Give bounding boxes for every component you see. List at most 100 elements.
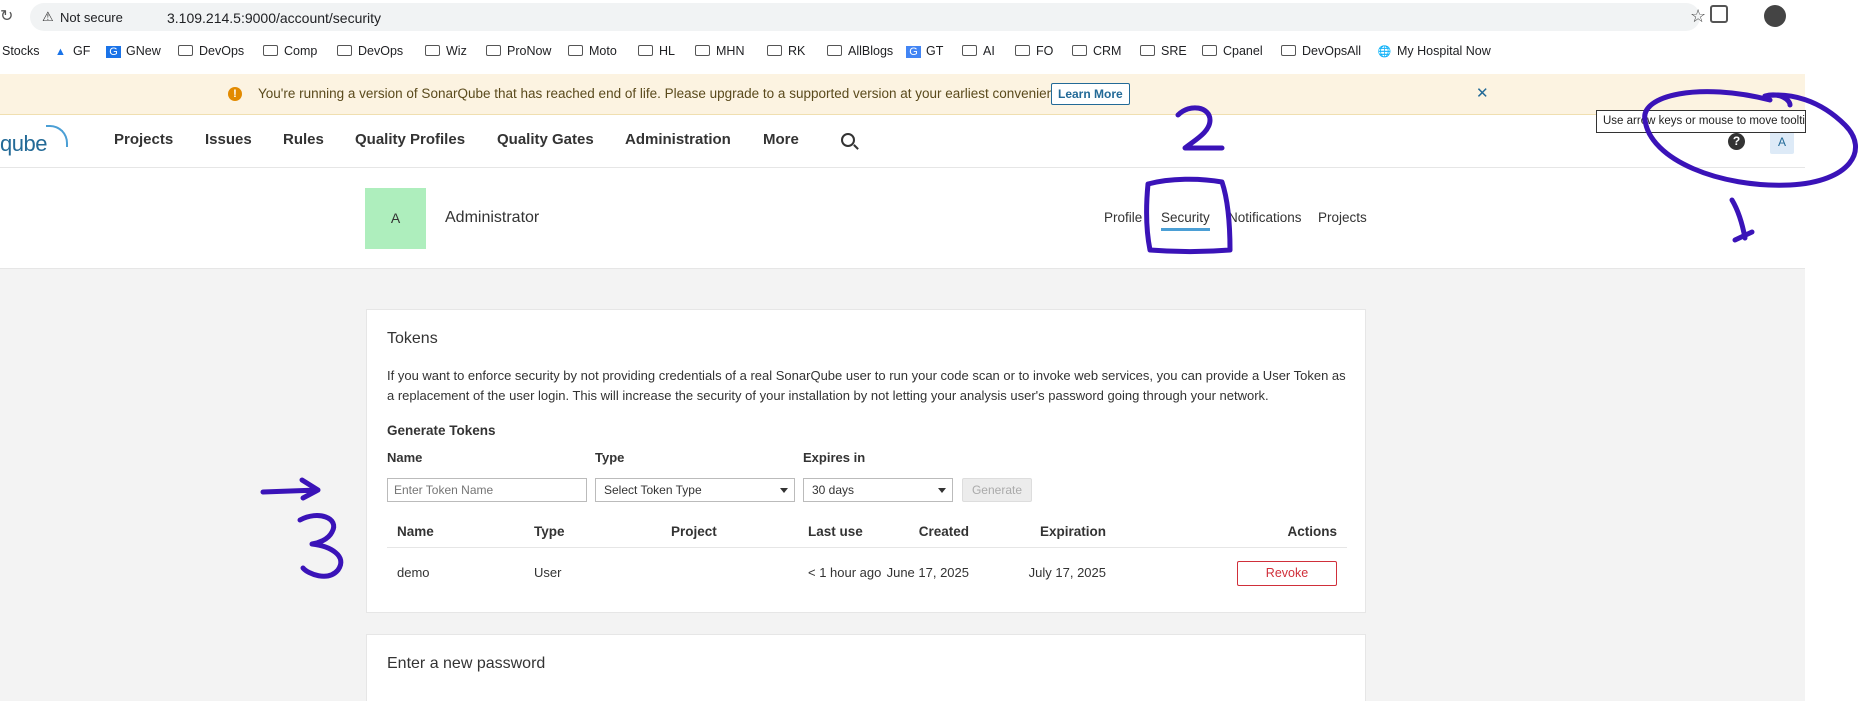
type-label: Type — [595, 450, 625, 465]
nav-rules[interactable]: Rules — [283, 131, 324, 148]
bookmarks-bar: Stocks ▲ GF G GNew DevOps Comp DevOps Wiz … — [0, 40, 1861, 66]
tokens-card: Tokens If you want to enforce security b… — [366, 309, 1366, 613]
folder-icon — [486, 45, 501, 56]
bookmark-item[interactable]: Stocks — [2, 44, 40, 58]
account-header: A Administrator Profile Security Notific… — [0, 168, 1805, 269]
search-icon[interactable] — [841, 133, 855, 147]
nav-quality-profiles[interactable]: Quality Profiles — [355, 131, 465, 148]
tokens-table-header: Name Type Project Last use Created Expir… — [387, 516, 1347, 548]
bookmark-item[interactable]: DevOpsAll — [1281, 44, 1361, 58]
learn-more-button[interactable]: Learn More — [1051, 83, 1130, 105]
folder-icon — [638, 45, 653, 56]
folder-icon — [1140, 45, 1155, 56]
user-avatar-menu[interactable]: A — [1770, 130, 1794, 154]
folder-icon — [1281, 45, 1296, 56]
bookmark-item[interactable]: Wiz — [425, 44, 467, 58]
folder-icon — [425, 45, 440, 56]
column-header: Created — [918, 524, 969, 539]
tab-notifications[interactable]: Notifications — [1228, 210, 1302, 225]
expires-in-select[interactable]: 30 days — [803, 478, 953, 502]
bookmark-item[interactable]: 🌐 My Hospital Now — [1377, 44, 1491, 58]
tooltip: Use arrow keys or mouse to move tooltip — [1596, 110, 1806, 133]
generate-button[interactable]: Generate — [962, 478, 1032, 502]
drive-icon: ▲ — [55, 46, 66, 58]
column-header: Actions — [1287, 524, 1337, 539]
folder-icon — [1072, 45, 1087, 56]
translate-icon: G — [906, 46, 921, 58]
bookmark-item[interactable]: DevOps — [337, 44, 403, 58]
bookmark-item[interactable]: ▲ GF — [53, 44, 90, 58]
column-header: Expiration — [1039, 524, 1106, 539]
chevron-down-icon — [938, 488, 946, 493]
tokens-title: Tokens — [387, 330, 438, 347]
bookmark-item[interactable]: Comp — [263, 44, 317, 58]
bookmark-item[interactable]: AllBlogs — [827, 44, 893, 58]
browser-profile-avatar[interactable] — [1764, 5, 1786, 27]
column-header: Name — [397, 524, 434, 539]
expires-in-value: 30 days — [812, 483, 855, 497]
token-name-input[interactable] — [387, 478, 587, 502]
tab-profile[interactable]: Profile — [1104, 210, 1142, 225]
table-row: demo User < 1 hour ago June 17, 2025 Jul… — [387, 550, 1347, 596]
globe-icon: 🌐 — [1377, 46, 1392, 58]
folder-icon — [1202, 45, 1217, 56]
bookmark-item[interactable]: FO — [1015, 44, 1053, 58]
folder-icon — [767, 45, 782, 56]
bookmark-item[interactable]: Moto — [568, 44, 617, 58]
column-header: Type — [534, 524, 565, 539]
bookmark-item[interactable]: G GT — [906, 44, 943, 58]
bookmark-star-icon[interactable]: ☆ — [1690, 6, 1706, 27]
browser-url-bar: ↻ ⚠ Not secure 3.109.214.5:9000/account/… — [0, 0, 1861, 34]
eol-warning-banner: ! You're running a version of SonarQube … — [0, 74, 1805, 115]
token-type-select[interactable]: Select Token Type — [595, 478, 795, 502]
bookmark-item[interactable]: ProNow — [486, 44, 551, 58]
password-card: Enter a new password — [366, 634, 1366, 701]
reload-icon[interactable]: ↻ — [0, 6, 13, 26]
revoke-button[interactable]: Revoke — [1237, 561, 1337, 586]
bookmark-item[interactable]: CRM — [1072, 44, 1121, 58]
bookmark-item[interactable]: G GNew — [106, 44, 161, 58]
nav-issues[interactable]: Issues — [205, 131, 252, 148]
tab-security[interactable]: Security — [1161, 210, 1210, 231]
token-name-cell: demo — [397, 565, 430, 580]
url-text[interactable]: 3.109.214.5:9000/account/security — [167, 10, 381, 26]
not-secure-label[interactable]: Not secure — [60, 10, 123, 25]
name-label: Name — [387, 450, 423, 465]
close-icon[interactable]: ✕ — [1476, 84, 1489, 102]
tab-projects[interactable]: Projects — [1318, 210, 1367, 225]
bookmark-item[interactable]: AI — [962, 44, 995, 58]
address-bar[interactable]: ⚠ Not secure 3.109.214.5:9000/account/se… — [30, 3, 1706, 31]
bookmark-item[interactable]: SRE — [1140, 44, 1187, 58]
token-type-value: Select Token Type — [604, 483, 702, 497]
folder-icon — [337, 45, 352, 56]
token-expiration-cell: July 17, 2025 — [1028, 565, 1106, 580]
token-last-use-cell: < 1 hour ago — [808, 565, 882, 580]
bookmark-item[interactable]: HL — [638, 44, 675, 58]
account-avatar: A — [365, 188, 426, 249]
folder-icon — [827, 45, 842, 56]
column-header: Last use — [808, 524, 863, 539]
tokens-description: If you want to enforce security by not p… — [387, 368, 1346, 403]
chevron-down-icon — [780, 488, 788, 493]
token-type-cell: User — [534, 565, 562, 580]
nav-more[interactable]: More — [763, 131, 799, 148]
extensions-icon[interactable] — [1710, 5, 1728, 23]
bookmark-item[interactable]: Cpanel — [1202, 44, 1263, 58]
nav-administration[interactable]: Administration — [625, 131, 731, 148]
nav-projects[interactable]: Projects — [114, 131, 173, 148]
password-title: Enter a new password — [387, 655, 546, 672]
bookmark-item[interactable]: RK — [767, 44, 805, 58]
news-icon: G — [106, 46, 121, 58]
bookmark-item[interactable]: MHN — [695, 44, 744, 58]
nav-quality-gates[interactable]: Quality Gates — [497, 131, 594, 148]
top-navigation: qube Projects Issues Rules Quality Profi… — [0, 115, 1805, 168]
bookmark-item[interactable]: DevOps — [178, 44, 244, 58]
help-icon[interactable]: ? — [1728, 133, 1745, 150]
account-name: Administrator — [445, 209, 540, 226]
sonarqube-logo[interactable]: qube — [0, 131, 47, 157]
banner-message: You're running a version of SonarQube th… — [258, 86, 1073, 101]
folder-icon — [178, 45, 193, 56]
folder-icon — [962, 45, 977, 56]
warning-triangle-icon: ⚠ — [42, 9, 54, 24]
expires-label: Expires in — [803, 450, 866, 465]
